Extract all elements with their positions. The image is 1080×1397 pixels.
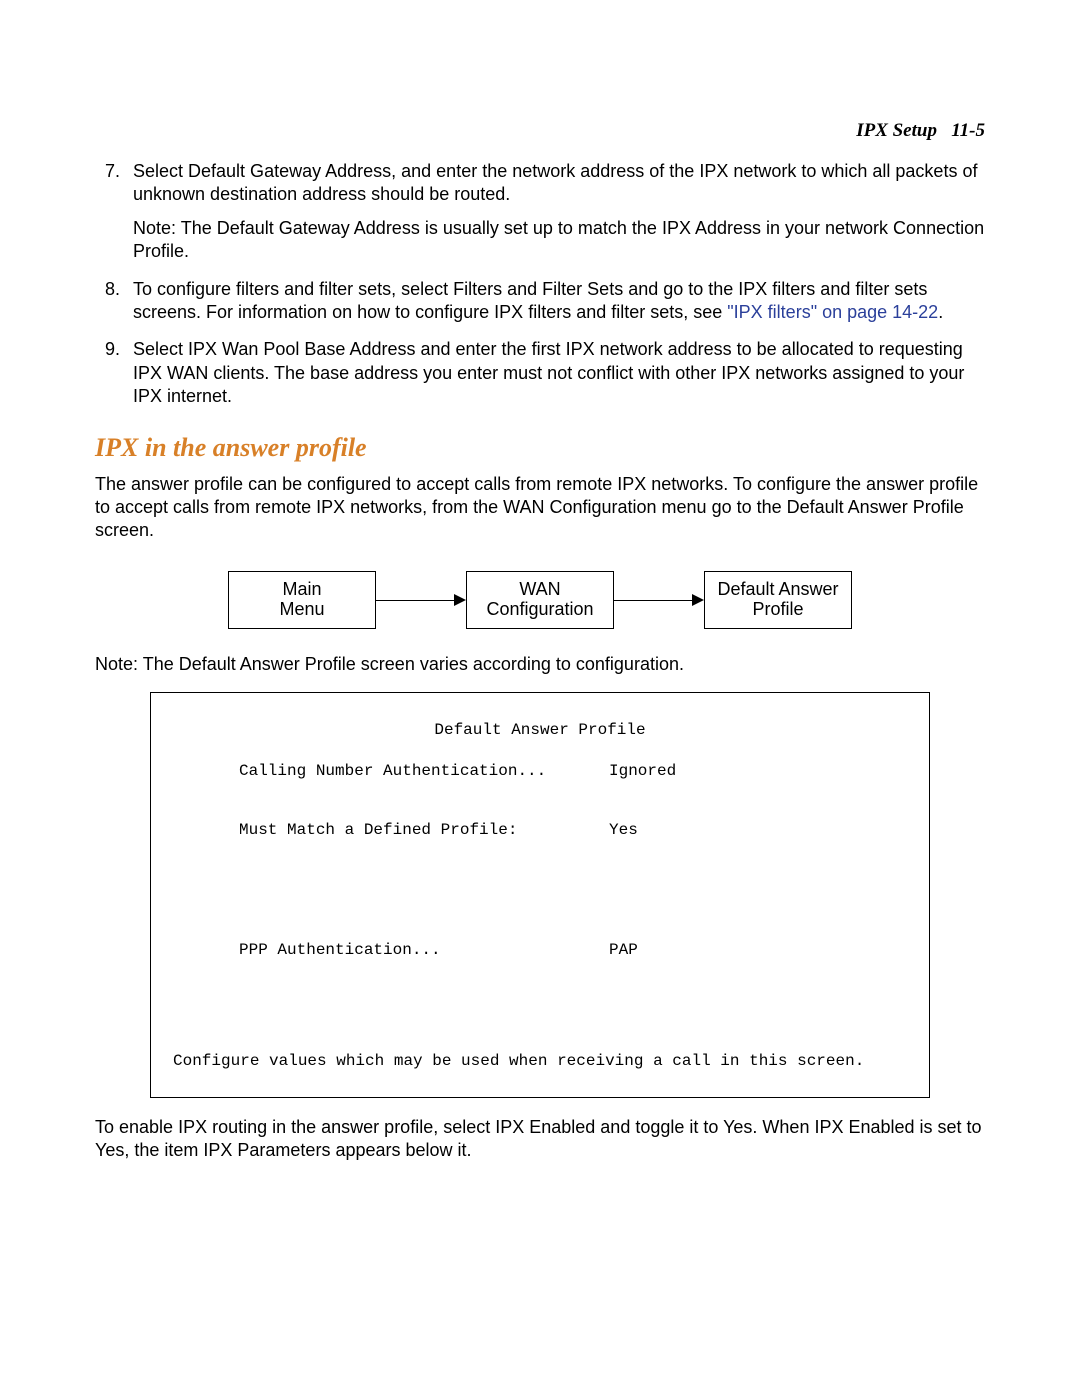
field-value: PAP [609, 941, 911, 960]
node2-line2: Configuration [486, 599, 593, 619]
breadcrumb-node-main-menu: Main Menu [228, 571, 376, 629]
step-7: Select Default Gateway Address, and ente… [125, 160, 985, 264]
breadcrumb-node-default-answer: Default Answer Profile [704, 571, 852, 629]
breadcrumb-node-wan-config: WAN Configuration [466, 571, 614, 629]
node3-line2: Profile [752, 599, 803, 619]
breadcrumb-diagram: Main Menu WAN Configuration Default Answ… [95, 571, 985, 629]
terminal-footer: Configure values which may be used when … [169, 1052, 911, 1071]
terminal-row: Calling Number Authentication... Ignored [169, 762, 911, 781]
ipx-filters-link[interactable]: "IPX filters" on page 14-22 [727, 302, 938, 322]
page-header: IPX Setup 11-5 [95, 120, 985, 142]
node1-line1: Main [282, 579, 321, 599]
node3-line1: Default Answer [717, 579, 838, 599]
step-9-text: Select IPX Wan Pool Base Address and ent… [133, 339, 964, 406]
step-8: To configure filters and filter sets, se… [125, 278, 985, 325]
header-page-ref: 11-5 [951, 120, 985, 141]
section-heading: IPX in the answer profile [95, 433, 985, 463]
spacer [169, 785, 911, 821]
intro-paragraph: The answer profile can be configured to … [95, 473, 985, 543]
field-label: PPP Authentication... [239, 941, 609, 960]
terminal-row: Must Match a Defined Profile: Yes [169, 821, 911, 840]
spacer [169, 845, 911, 941]
step-7-note: Note: The Default Gateway Address is usu… [133, 217, 985, 264]
trailing-paragraph: To enable IPX routing in the answer prof… [95, 1116, 985, 1163]
terminal-screen: Default Answer Profile Calling Number Au… [150, 692, 930, 1098]
node2-line1: WAN [519, 579, 560, 599]
field-label: Must Match a Defined Profile: [239, 821, 609, 840]
step-7-text: Select Default Gateway Address, and ente… [133, 161, 977, 204]
page: IPX Setup 11-5 Select Default Gateway Ad… [0, 0, 1080, 1397]
field-value: Yes [609, 821, 911, 840]
numbered-steps: Select Default Gateway Address, and ente… [95, 160, 985, 409]
step-8-text-post: . [938, 302, 943, 322]
step-9: Select IPX Wan Pool Base Address and ent… [125, 338, 985, 408]
arrow-icon [614, 572, 704, 628]
field-label: Calling Number Authentication... [239, 762, 609, 781]
header-section: IPX Setup [856, 120, 937, 141]
terminal-row: PPP Authentication... PAP [169, 941, 911, 960]
arrow-icon [376, 572, 466, 628]
terminal-title: Default Answer Profile [169, 721, 911, 740]
node1-line2: Menu [279, 599, 324, 619]
diagram-note: Note: The Default Answer Profile screen … [95, 653, 985, 676]
field-value: Ignored [609, 762, 911, 781]
